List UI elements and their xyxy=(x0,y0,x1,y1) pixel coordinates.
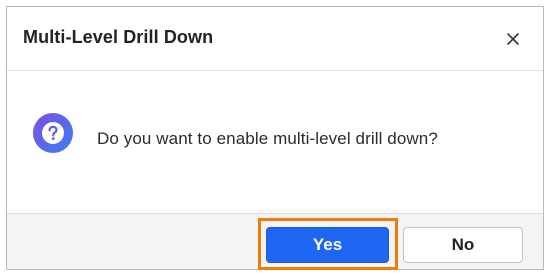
dialog-footer: Yes No xyxy=(7,213,543,270)
multi-level-drill-down-dialog: Multi-Level Drill Down Do you want to en… xyxy=(6,6,544,270)
dialog-header: Multi-Level Drill Down xyxy=(7,7,543,71)
dialog-message: Do you want to enable multi-level drill … xyxy=(97,129,438,148)
close-icon xyxy=(507,33,519,45)
question-icon xyxy=(33,113,73,153)
yes-button[interactable]: Yes xyxy=(266,227,389,263)
no-button[interactable]: No xyxy=(403,227,523,263)
dialog-body: Do you want to enable multi-level drill … xyxy=(7,71,543,213)
dialog-title: Multi-Level Drill Down xyxy=(23,27,214,47)
close-button[interactable] xyxy=(499,25,527,53)
